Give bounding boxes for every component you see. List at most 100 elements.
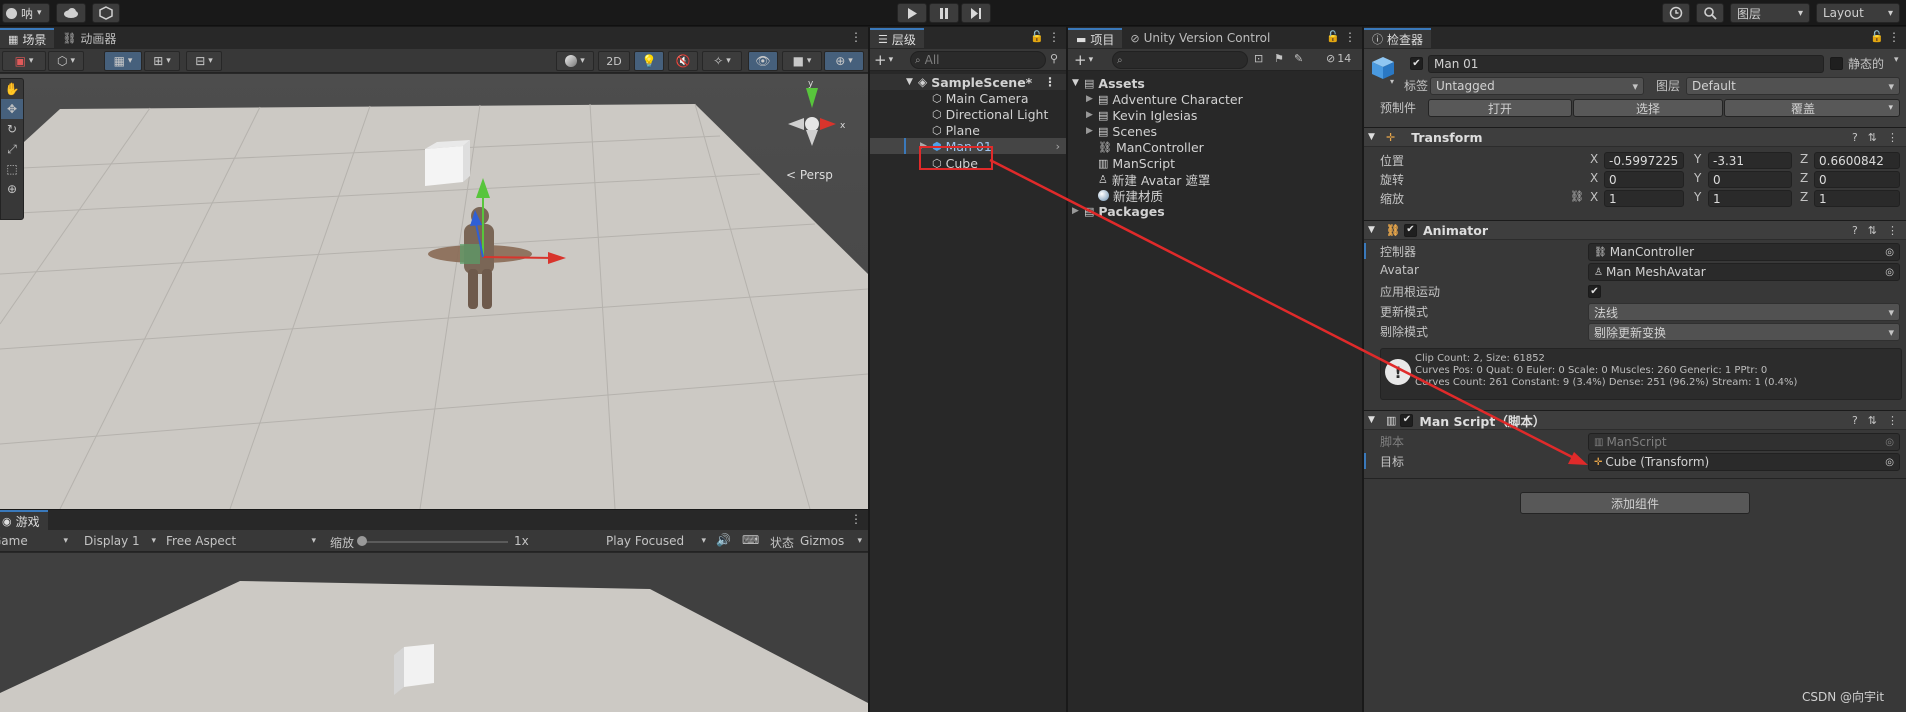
hidden-packages-toggle[interactable]: ⊘ 14 (1326, 52, 1351, 65)
inspector-lock-icon[interactable]: 🔓 (1870, 30, 1884, 43)
component-menu-icon[interactable]: ⋮ (1887, 131, 1898, 144)
collab-button[interactable] (92, 3, 120, 23)
controller-field[interactable]: ⛓ ManController ◎ (1588, 243, 1900, 261)
tab-scene[interactable]: ▦ 场景 (0, 28, 55, 48)
rotation-y-label[interactable]: Y (1694, 171, 1701, 185)
tab-inspector[interactable]: ⓘ 检查器 (1364, 28, 1432, 48)
mute-audio-button[interactable]: 🔊 (716, 533, 731, 547)
step-button[interactable] (961, 3, 991, 23)
transform-header[interactable]: ▼ ✛ Transform ? ⇅ ⋮ (1364, 127, 1906, 147)
scene-menu-icon[interactable]: ⋮ (850, 30, 862, 44)
preset-icon[interactable]: ⇅ (1868, 414, 1877, 427)
position-x-label[interactable]: X (1590, 152, 1598, 166)
grid-visibility-button[interactable]: ⊟ ▾ (186, 51, 222, 71)
position-z-field[interactable]: 0.6600842 (1814, 152, 1900, 169)
prefab-overrides-button[interactable]: 覆盖 ▾ (1724, 99, 1900, 117)
rotation-x-label[interactable]: X (1590, 171, 1598, 185)
object-active-checkbox[interactable]: ✔ (1410, 57, 1423, 70)
rotation-z-label[interactable]: Z (1800, 171, 1808, 185)
aspect-dropdown[interactable]: Free Aspect ▾ (166, 532, 320, 550)
culling-mode-dropdown[interactable]: 剔除更新变换 (1588, 323, 1900, 341)
scale-z-label[interactable]: Z (1800, 190, 1808, 204)
script-header[interactable]: ▼ ▥ ✔ Man Script（脚本） ? ⇅ ⋮ (1364, 410, 1906, 430)
play-button[interactable] (897, 3, 927, 23)
tab-version-control[interactable]: ⊘ Unity Version Control (1122, 28, 1278, 48)
static-checkbox[interactable] (1830, 57, 1843, 70)
tab-project[interactable]: ▬ 项目 (1068, 28, 1123, 48)
search-by-type-icon[interactable]: ⊡ (1254, 52, 1263, 65)
cloud-button[interactable] (56, 3, 86, 23)
audio-button[interactable]: 🔇 (668, 51, 698, 71)
move-tool-button[interactable]: ✥ (1, 99, 23, 119)
help-icon[interactable]: ? (1852, 131, 1858, 144)
hand-tool-button[interactable]: ✋ (1, 79, 23, 99)
scale-slider[interactable] (358, 541, 508, 543)
pause-button[interactable] (929, 3, 959, 23)
project-file-mancontroller[interactable]: ⛓ ManController (1068, 139, 1362, 155)
position-x-field[interactable]: -0.5997225 (1604, 152, 1684, 169)
scene-visibility-button[interactable]: 👁 (748, 51, 778, 71)
component-menu-icon[interactable]: ⋮ (1887, 224, 1898, 237)
game-viewport[interactable] (0, 553, 868, 712)
snap-increment-button[interactable]: ⊞ ▾ (144, 51, 180, 71)
camera-settings-button[interactable]: ■ ▾ (782, 51, 822, 71)
constrain-proportions-icon[interactable]: ⛓ (1570, 190, 1584, 203)
hierarchy-item-directional-light[interactable]: ⬡ Directional Light (870, 106, 1066, 122)
scale-y-field[interactable]: 1 (1708, 190, 1792, 207)
rotation-z-field[interactable]: 0 (1814, 171, 1900, 188)
gizmos-dropdown[interactable]: Gizmos ▾ (800, 532, 866, 550)
position-y-label[interactable]: Y (1694, 152, 1701, 166)
avatar-field[interactable]: ♙ Man MeshAvatar ◎ (1588, 263, 1900, 281)
object-mode-button[interactable]: ⬡ ▾ (48, 51, 84, 71)
root-motion-checkbox[interactable]: ✔ (1588, 285, 1601, 298)
rotation-y-field[interactable]: 0 (1708, 171, 1792, 188)
stats-button[interactable]: 状态 (770, 534, 794, 551)
scale-z-field[interactable]: 1 (1814, 190, 1900, 207)
toggle-2d-button[interactable]: 2D (598, 51, 630, 71)
rotation-x-field[interactable]: 0 (1604, 171, 1684, 188)
search-button[interactable] (1696, 3, 1724, 23)
rotate-tool-button[interactable]: ↻ (1, 119, 23, 139)
hierarchy-lock-icon[interactable]: 🔓 (1030, 30, 1044, 43)
shading-mode-button[interactable]: ▾ (556, 51, 594, 71)
project-packages-folder[interactable]: ▶ ▤ Packages (1068, 203, 1362, 219)
game-view-dropdown[interactable]: Game▾ (0, 532, 72, 550)
animator-enabled-checkbox[interactable]: ✔ (1403, 223, 1417, 237)
position-z-label[interactable]: Z (1800, 152, 1808, 166)
keyboard-button[interactable]: ⌨ (742, 533, 759, 547)
draw-mode-button[interactable]: ▣ ▾ (2, 51, 46, 71)
script-enabled-checkbox[interactable]: ✔ (1400, 413, 1414, 427)
tab-game[interactable]: ◉ 游戏 (0, 510, 48, 530)
rect-tool-button[interactable]: ⬚ (1, 159, 23, 179)
project-folder-adventure[interactable]: ▶ ▤ Adventure Character (1068, 91, 1362, 107)
object-name-field[interactable]: Man 01 (1428, 55, 1824, 73)
object-picker-icon[interactable]: ◎ (1885, 267, 1894, 278)
gizmos-button[interactable]: ⊕ ▾ (824, 51, 864, 71)
preset-icon[interactable]: ⇅ (1868, 224, 1877, 237)
prefab-select-button[interactable]: 选择 (1573, 99, 1723, 117)
persp-label[interactable]: < Persp (786, 168, 833, 182)
project-assets-folder[interactable]: ▼ ▤ Assets (1068, 75, 1362, 91)
hierarchy-menu-icon[interactable]: ⋮ (1048, 30, 1060, 44)
position-y-field[interactable]: -3.31 (1708, 152, 1792, 169)
scale-x-field[interactable]: 1 (1604, 190, 1684, 207)
hierarchy-item-plane[interactable]: ⬡ Plane (870, 122, 1066, 138)
prefab-open-button[interactable]: 打开 (1428, 99, 1572, 117)
object-picker-icon[interactable]: ◎ (1885, 457, 1894, 468)
scale-x-label[interactable]: X (1590, 190, 1598, 204)
hierarchy-search-options-icon[interactable]: ⚲ (1050, 52, 1058, 65)
project-search-input[interactable]: ⌕ (1112, 51, 1248, 69)
grid-snap-button[interactable]: ▦ ▾ (104, 51, 142, 71)
hierarchy-scene-row[interactable]: ▼ ◈ SampleScene* ⋮ (870, 74, 1066, 90)
scale-slider-handle[interactable] (357, 536, 367, 546)
account-dropdown[interactable]: 呐 ▾ (2, 3, 50, 23)
transform-tool-button[interactable]: ⊕ (1, 179, 23, 199)
hierarchy-add-button[interactable]: + ▾ (874, 51, 893, 69)
object-picker-icon[interactable]: ◎ (1885, 247, 1894, 258)
scene-viewport[interactable]: y x < Persp ✋ ✥ ↻ ⤢ ⬚ ⊕ (0, 74, 868, 509)
project-file-material[interactable]: 新建材质 (1068, 187, 1362, 204)
layers-dropdown[interactable]: 图层 ▾ (1730, 3, 1810, 23)
layer-dropdown[interactable]: Default (1686, 77, 1900, 95)
update-mode-dropdown[interactable]: 法线 (1588, 303, 1900, 321)
preset-icon[interactable]: ⇅ (1868, 131, 1877, 144)
